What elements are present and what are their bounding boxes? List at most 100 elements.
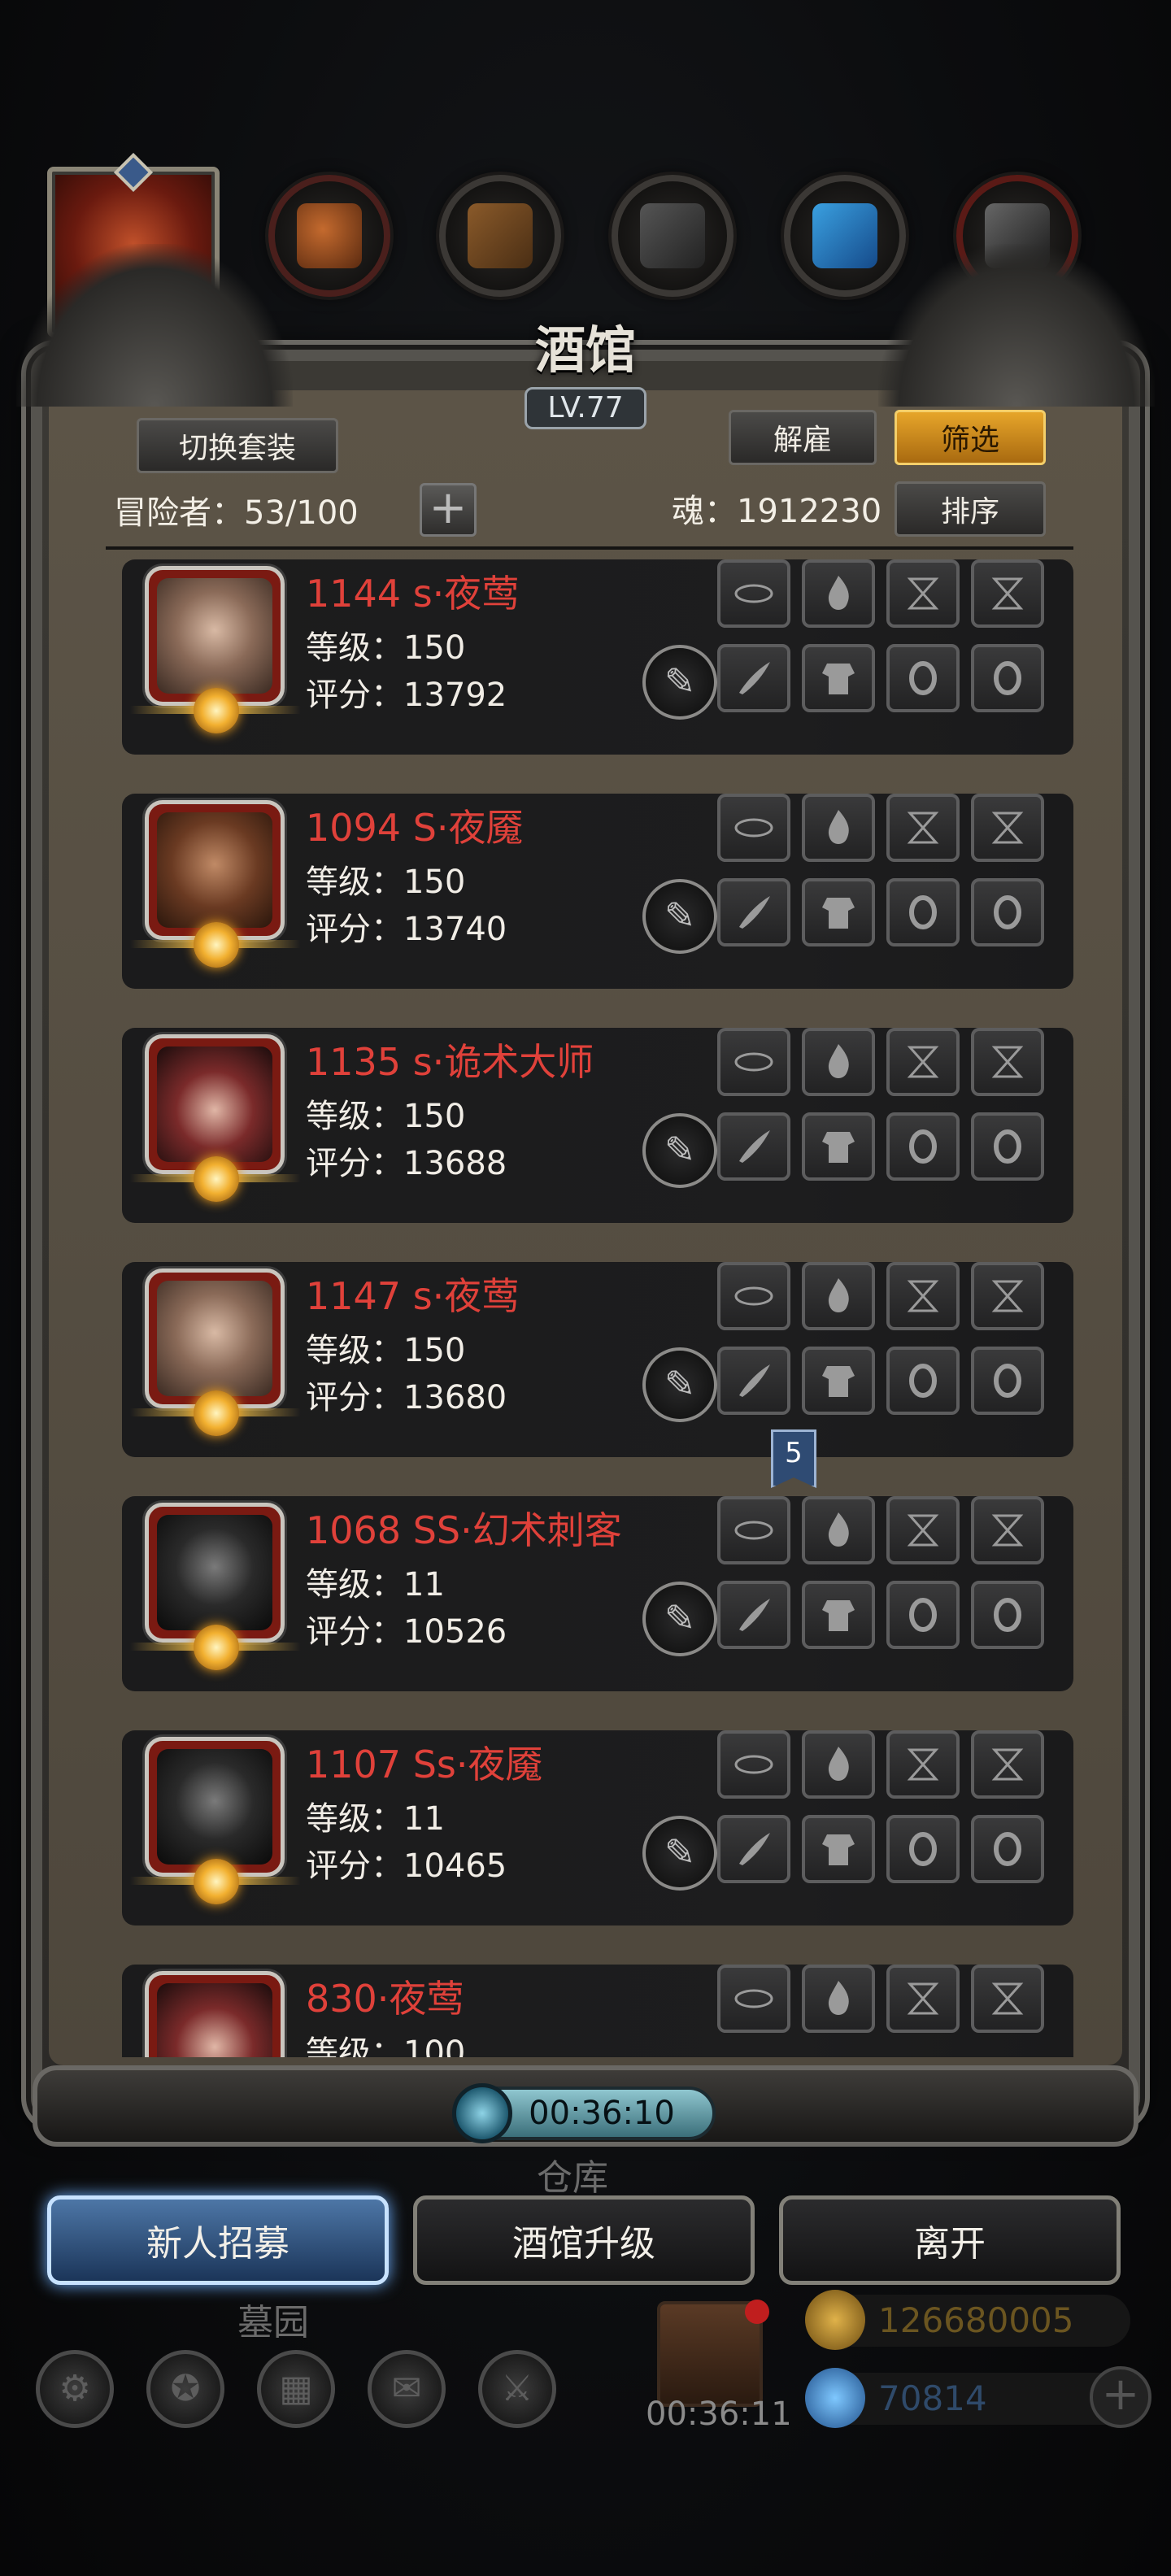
fire-slot-icon[interactable] xyxy=(802,794,875,862)
hero-card[interactable]: 1068 SS·幻术刺客 等级：11 评分：10526 ✎ xyxy=(122,1496,1073,1691)
rank-medal-icon xyxy=(194,1625,239,1670)
hero-avatar xyxy=(145,1971,285,2057)
necklace-slot-icon[interactable] xyxy=(717,1496,790,1564)
blade-slot-icon[interactable] xyxy=(717,1815,790,1883)
star-icon[interactable]: ✪ xyxy=(146,2350,224,2428)
hero-avatar xyxy=(145,1034,285,1174)
necklace-slot-icon[interactable] xyxy=(717,559,790,628)
fire-slot-icon[interactable] xyxy=(802,1028,875,1096)
fire-slot-icon[interactable] xyxy=(802,559,875,628)
quill-icon[interactable]: ✎ xyxy=(642,1113,717,1188)
stone-category-icon[interactable] xyxy=(612,175,734,297)
leave-button[interactable]: 离开 xyxy=(779,2195,1121,2285)
hero-list[interactable]: 1144 s·夜莺 等级：150 评分：13792 ✎ 1094 S·夜魇 等级… xyxy=(106,553,1073,2057)
necklace-slot-icon[interactable] xyxy=(717,1262,790,1330)
fire-slot-icon[interactable] xyxy=(802,1262,875,1330)
hero-score: 评分：13688 xyxy=(306,1145,507,1182)
ring-slot-icon[interactable] xyxy=(971,1581,1044,1649)
rune-slot-icon[interactable] xyxy=(886,1028,960,1096)
blade-slot-icon[interactable] xyxy=(717,1347,790,1415)
ring-slot-icon[interactable] xyxy=(886,1347,960,1415)
rune-slot-icon[interactable] xyxy=(971,559,1044,628)
ring-slot-icon[interactable] xyxy=(886,1581,960,1649)
rune-slot-icon[interactable] xyxy=(886,559,960,628)
quill-icon[interactable]: ✎ xyxy=(642,1582,717,1656)
armor-slot-icon[interactable] xyxy=(802,644,875,712)
wood-category-icon[interactable] xyxy=(439,175,561,297)
sort-button[interactable]: 排序 xyxy=(895,481,1046,537)
rune-slot-icon[interactable] xyxy=(971,1028,1044,1096)
ring-slot-icon[interactable] xyxy=(886,1112,960,1181)
rune-slot-icon[interactable] xyxy=(886,794,960,862)
mail-icon[interactable]: ✉ xyxy=(368,2350,446,2428)
fire-slot-icon[interactable] xyxy=(802,1730,875,1799)
necklace-slot-icon[interactable] xyxy=(717,1965,790,2033)
ring-slot-icon[interactable] xyxy=(886,644,960,712)
hero-level: 等级：150 xyxy=(306,864,466,901)
panel-title-wrap: 酒馆 xyxy=(464,309,707,382)
blade-slot-icon[interactable] xyxy=(717,1581,790,1649)
necklace-slot-icon[interactable] xyxy=(717,1028,790,1096)
hero-name: 830·夜莺 xyxy=(306,1977,464,2021)
hero-name: 1094 S·夜魇 xyxy=(306,806,524,850)
armor-slot-icon[interactable] xyxy=(802,878,875,946)
dismiss-button[interactable]: 解雇 xyxy=(729,410,877,465)
crossed-swords-icon[interactable]: ⚔ xyxy=(478,2350,556,2428)
hero-card[interactable]: 1094 S·夜魇 等级：150 评分：13740 ✎ xyxy=(122,794,1073,989)
ring-slot-icon[interactable] xyxy=(971,878,1044,946)
armor-slot-icon[interactable] xyxy=(802,1347,875,1415)
armor-slot-icon[interactable] xyxy=(802,1815,875,1883)
add-adventurer-slot-button[interactable]: + xyxy=(420,483,477,537)
gate-icon[interactable]: ▦ xyxy=(257,2350,335,2428)
rune-slot-icon[interactable] xyxy=(971,1730,1044,1799)
ring-slot-icon[interactable] xyxy=(971,1112,1044,1181)
quill-icon[interactable]: ✎ xyxy=(642,1816,717,1891)
blade-slot-icon[interactable] xyxy=(717,1112,790,1181)
hero-name: 1068 SS·幻术刺客 xyxy=(306,1508,622,1552)
rune-slot-icon[interactable] xyxy=(886,1730,960,1799)
recruit-button[interactable]: 新人招募 xyxy=(47,2195,389,2285)
necklace-slot-icon[interactable] xyxy=(717,794,790,862)
hero-card[interactable]: 1147 s·夜莺 等级：150 评分：13680 ✎ xyxy=(122,1262,1073,1457)
settings-gear-icon[interactable]: ⚙ xyxy=(36,2350,114,2428)
fire-slot-icon[interactable] xyxy=(802,1965,875,2033)
hero-card[interactable]: 830·夜莺 等级：100 xyxy=(122,1965,1073,2057)
hero-level: 等级：150 xyxy=(306,629,466,667)
notification-dot xyxy=(745,2300,769,2324)
filter-button[interactable]: 筛选 xyxy=(895,410,1046,465)
add-currency-button[interactable]: + xyxy=(1090,2366,1151,2428)
hero-avatar xyxy=(145,566,285,706)
quill-icon[interactable]: ✎ xyxy=(642,1347,717,1422)
upgrade-tavern-button[interactable]: 酒馆升级 xyxy=(413,2195,755,2285)
ring-slot-icon[interactable] xyxy=(886,1815,960,1883)
hero-card[interactable]: 1144 s·夜莺 等级：150 评分：13792 ✎ xyxy=(122,559,1073,755)
hero-card[interactable]: 1135 s·诡术大师 等级：150 评分：13688 ✎ xyxy=(122,1028,1073,1223)
rune-slot-icon[interactable] xyxy=(886,1496,960,1564)
switch-outfit-button[interactable]: 切换套装 xyxy=(137,418,338,473)
armor-slot-icon[interactable] xyxy=(802,1581,875,1649)
graveyard-label[interactable]: 墓园 xyxy=(237,2293,309,2345)
ring-slot-icon[interactable] xyxy=(886,878,960,946)
armor-slot-icon[interactable] xyxy=(802,1112,875,1181)
rune-slot-icon[interactable] xyxy=(886,1965,960,2033)
hero-avatar xyxy=(145,1737,285,1877)
quill-icon[interactable]: ✎ xyxy=(642,645,717,720)
blade-slot-icon[interactable] xyxy=(717,878,790,946)
rune-slot-icon[interactable] xyxy=(971,1262,1044,1330)
rune-slot-icon[interactable] xyxy=(971,1965,1044,2033)
rank-medal-icon xyxy=(194,1390,239,1436)
rune-slot-icon[interactable] xyxy=(886,1262,960,1330)
quill-icon[interactable]: ✎ xyxy=(642,879,717,954)
ring-slot-icon[interactable] xyxy=(971,1347,1044,1415)
gift-timer: 00:36:11 xyxy=(646,2395,792,2433)
rune-slot-icon[interactable] xyxy=(971,794,1044,862)
hero-card[interactable]: 1107 Ss·夜魇 等级：11 评分：10465 ✎ xyxy=(122,1730,1073,1925)
blade-slot-icon[interactable] xyxy=(717,644,790,712)
clock-icon xyxy=(452,2083,512,2143)
warehouse-label[interactable]: 仓库 xyxy=(537,2148,608,2200)
rune-slot-icon[interactable] xyxy=(971,1496,1044,1564)
fire-slot-icon[interactable] xyxy=(802,1496,875,1564)
ring-slot-icon[interactable] xyxy=(971,1815,1044,1883)
ring-slot-icon[interactable] xyxy=(971,644,1044,712)
necklace-slot-icon[interactable] xyxy=(717,1730,790,1799)
